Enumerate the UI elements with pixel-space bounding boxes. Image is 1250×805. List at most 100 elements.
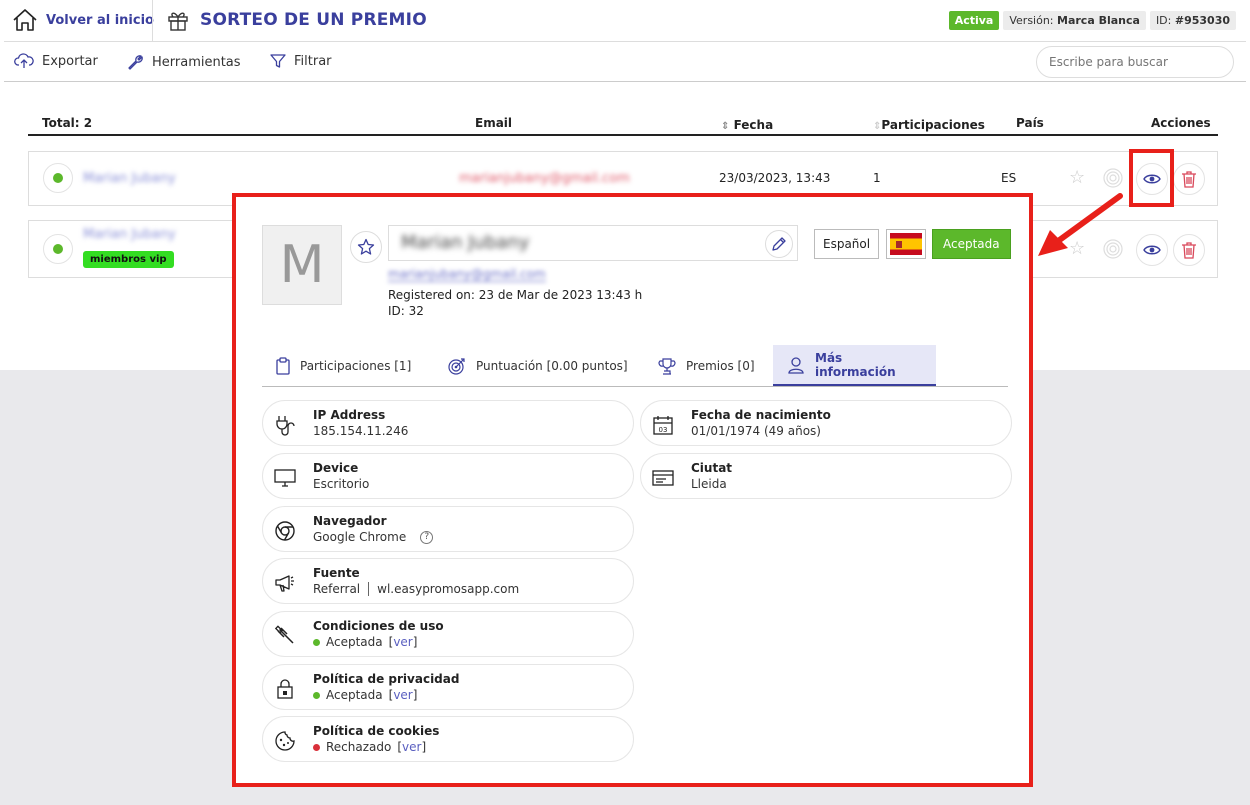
info-value: Google Chrome? xyxy=(313,530,434,544)
trophy-icon xyxy=(658,357,676,375)
spain-flag-icon xyxy=(886,229,926,259)
filter-icon xyxy=(270,53,286,69)
status-badge: Activa xyxy=(948,11,1000,30)
badges: Activa Versión: Marca Blanca ID: #953030 xyxy=(948,11,1236,30)
divider xyxy=(152,0,153,42)
info-value: Aceptada [ver] xyxy=(313,635,417,649)
cloud-upload-icon xyxy=(14,53,34,69)
monitor-icon xyxy=(273,466,297,490)
info-privacy: Política de privacidad Aceptada [ver] xyxy=(262,664,634,710)
tab-more-info[interactable]: Más información xyxy=(773,345,936,386)
status-dot xyxy=(53,244,63,254)
source-type: Referral xyxy=(313,582,361,596)
view-link[interactable]: ver xyxy=(393,688,412,702)
page-title: SORTEO DE UN PREMIO xyxy=(200,10,427,30)
info-browser: Navegador Google Chrome? xyxy=(262,506,634,552)
cookie-icon xyxy=(273,729,297,753)
info-value: Lleida xyxy=(691,477,727,491)
id-value: #953030 xyxy=(1174,14,1230,27)
info-title: Navegador xyxy=(313,514,387,528)
info-title: Device xyxy=(313,461,359,475)
header-country: País xyxy=(1016,116,1044,130)
view-link-wrap: [ver] xyxy=(397,740,427,754)
participant-email[interactable]: marianjubany@gmail.com xyxy=(459,171,630,186)
wrench-icon xyxy=(126,53,144,71)
header-divider xyxy=(28,134,1218,136)
tab-label: Premios [0] xyxy=(686,358,755,373)
edit-button[interactable] xyxy=(765,230,793,258)
participant-participations: 1 xyxy=(873,171,881,185)
trash-icon xyxy=(1181,170,1197,188)
tools-button[interactable]: Herramientas xyxy=(126,53,241,71)
status-indicator xyxy=(43,163,73,193)
title-group: SORTEO DE UN PREMIO xyxy=(166,8,427,32)
header-date[interactable]: ⇕ Fecha xyxy=(721,118,773,132)
view-link[interactable]: ver xyxy=(393,635,412,649)
delete-button[interactable] xyxy=(1173,163,1205,195)
participant-name[interactable]: Marian Jubany xyxy=(83,171,176,186)
star-icon xyxy=(357,238,375,256)
target-icon xyxy=(448,357,466,375)
info-source: Fuente Referral wl.easypromosapp.com xyxy=(262,558,634,604)
tab-prizes[interactable]: Premios [0] xyxy=(644,345,769,386)
status-dot xyxy=(313,638,320,646)
info-value: Rechazado [ver] xyxy=(313,740,426,754)
source-domain: wl.easypromosapp.com xyxy=(377,582,520,596)
status-indicator xyxy=(43,234,73,264)
favorite-button[interactable] xyxy=(350,231,382,263)
tag-badge: miembros vip xyxy=(83,251,174,268)
view-link[interactable]: ver xyxy=(402,740,421,754)
trash-icon xyxy=(1181,241,1197,259)
filter-label: Filtrar xyxy=(294,53,332,69)
participant-name[interactable]: Marian Jubany xyxy=(83,227,176,242)
info-device: Device Escritorio xyxy=(262,453,634,499)
detail-tabs: Participaciones [1] Puntuación [0.00 pun… xyxy=(262,345,1008,387)
participant-email[interactable]: marianjubany@gmail.com xyxy=(388,267,546,282)
city-card-icon xyxy=(651,466,675,490)
version-value: Marca Blanca xyxy=(1057,14,1140,27)
header-participations-label: Participaciones xyxy=(881,118,985,132)
top-bar: Volver al inicio SORTEO DE UN PREMIO Act… xyxy=(4,0,1246,42)
status-dot xyxy=(313,743,320,751)
filter-button[interactable]: Filtrar xyxy=(270,53,332,69)
name-field[interactable]: Marian Jubany xyxy=(388,225,798,261)
info-terms: Condiciones de uso Aceptada [ver] xyxy=(262,611,634,657)
home-icon xyxy=(12,8,38,32)
delete-button[interactable] xyxy=(1173,234,1205,266)
info-value: Referral wl.easypromosapp.com xyxy=(313,582,519,596)
participant-id: ID: 32 xyxy=(388,304,424,318)
view-button[interactable] xyxy=(1136,234,1168,266)
id-label: ID: xyxy=(1155,14,1172,27)
search-input[interactable] xyxy=(1036,46,1234,78)
language-button[interactable]: Español xyxy=(814,229,880,259)
plug-icon xyxy=(273,413,297,437)
participant-detail-modal: M Marian Jubany marianjubany@gmail.com R… xyxy=(232,193,1033,787)
tab-participations[interactable]: Participaciones [1] xyxy=(262,345,425,386)
status-button[interactable]: Aceptada xyxy=(932,229,1011,259)
home-button[interactable]: Volver al inicio xyxy=(12,8,154,32)
status-dot xyxy=(53,173,63,183)
registered-date: Registered on: 23 de Mar de 2023 13:43 h xyxy=(388,288,643,302)
export-button[interactable]: Exportar xyxy=(14,53,98,69)
header-participations[interactable]: ⇕Participaciones xyxy=(873,118,985,132)
header-total: Total: 2 xyxy=(42,116,93,130)
user-icon xyxy=(787,356,805,374)
toolbar: Exportar Herramientas Filtrar xyxy=(4,42,1246,82)
info-title: Política de privacidad xyxy=(313,672,460,686)
clipboard-icon xyxy=(276,356,290,375)
info-title: Ciutat xyxy=(691,461,733,475)
view-link-wrap: [ver] xyxy=(388,635,418,649)
calendar-icon: 03 xyxy=(651,413,675,437)
info-value: Escritorio xyxy=(313,477,370,491)
help-icon[interactable]: ? xyxy=(420,530,434,544)
fingerprint-icon[interactable] xyxy=(1103,168,1123,188)
star-icon[interactable]: ☆ xyxy=(1069,167,1085,188)
info-title: Condiciones de uso xyxy=(313,619,444,633)
id-badge: ID: #953030 xyxy=(1149,11,1236,30)
status-text: Rechazado xyxy=(326,740,392,754)
header-date-label: Fecha xyxy=(733,118,774,132)
status-dot xyxy=(313,691,320,699)
tab-label: Más información xyxy=(815,350,896,379)
version-label: Versión: xyxy=(1009,14,1054,27)
tab-score[interactable]: Puntuación [0.00 puntos] xyxy=(434,345,642,386)
